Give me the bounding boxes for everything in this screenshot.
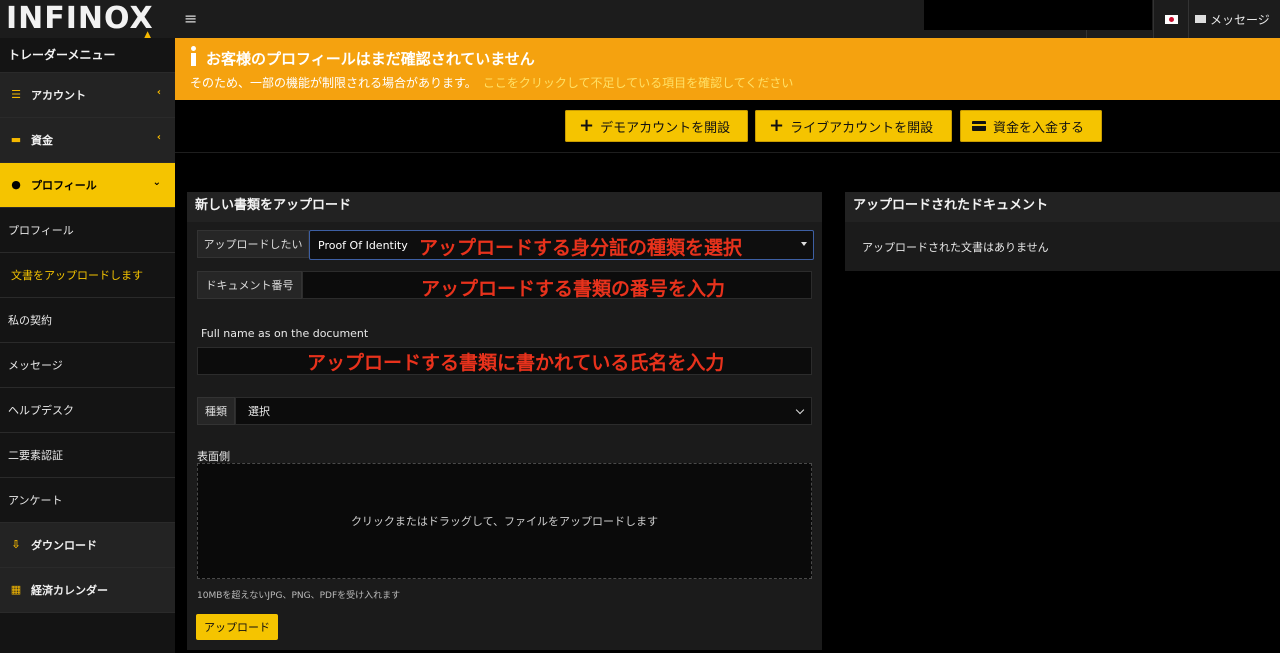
chevron-down-icon [795,405,805,415]
upload-button[interactable]: アップロード [196,614,278,640]
sidebar-subitem-helpdesk[interactable]: ヘルプデスク [0,388,175,433]
sidebar-item-label: アカウント [31,89,86,102]
sidebar-subitem-contracts[interactable]: 私の契約 [0,298,175,343]
language-selector[interactable] [1153,0,1189,38]
sidebar-item-funds[interactable]: ▬ 資金 ‹ [0,118,175,163]
doc-number-label: ドキュメント番号 [197,271,302,299]
button-label: ライブアカウントを開設 [790,120,934,136]
sidebar-subitem-messages[interactable]: メッセージ [0,343,175,388]
kind-value: 選択 [248,405,270,418]
divider [175,152,1280,153]
file-dropzone[interactable]: クリックまたはドラッグして、ファイルをアップロードします [197,463,812,579]
sidebar-item-download[interactable]: ⇩ ダウンロード [0,523,175,568]
chevron-down-icon: ⌄ [152,177,161,188]
upload-type-label: アップロードしたい [197,230,309,258]
caret-down-icon [801,242,807,246]
sidebar-title: トレーダーメニュー [0,38,175,73]
doc-number-input[interactable] [302,271,812,299]
messages-button[interactable]: メッセージ [1195,0,1270,38]
open-demo-account-button[interactable]: + デモアカウントを開設 [565,110,748,142]
messages-label: メッセージ [1210,12,1270,27]
deposit-funds-button[interactable]: 資金を入金する [960,110,1102,142]
full-name-label: Full name as on the document [201,327,369,340]
hamburger-menu-icon[interactable]: ≡ [184,9,198,29]
sidebar-item-label: 資金 [31,134,53,147]
sidebar-item-label: 経済カレンダー [31,584,108,597]
button-label: 資金を入金する [993,120,1085,136]
open-live-account-button[interactable]: + ライブアカウントを開設 [755,110,952,142]
sidebar-item-profile[interactable]: ● プロフィール ⌄ [0,163,175,208]
japan-flag-icon [1164,14,1178,24]
download-icon: ⇩ [11,538,21,551]
kind-label: 種類 [197,397,235,425]
notice-body-text: そのため、一部の機能が制限される場合があります。 [190,76,477,90]
sidebar-subitem-profile[interactable]: プロフィール [0,208,175,253]
uploaded-panel-title: アップロードされたドキュメント [845,192,1280,222]
divider [1086,30,1087,38]
uploaded-documents-panel: アップロードされたドキュメント アップロードされた文書はありません [845,192,1280,271]
notice-title: お客様のプロフィールはまだ確認されていません [206,50,535,68]
wallet-icon: ▬ [10,133,22,146]
list-icon: ☰ [11,88,21,101]
dropzone-text: クリックまたはドラッグして、ファイルをアップロードします [350,515,659,528]
notice-link[interactable]: ここをクリックして不足している項目を確認してください [483,76,794,90]
info-icon [188,46,198,68]
user-icon: ● [11,178,21,191]
sidebar-item-calendar[interactable]: ▦ 経済カレンダー [0,568,175,613]
full-name-input[interactable] [197,347,812,375]
sidebar: トレーダーメニュー ☰ アカウント ‹ ▬ 資金 ‹ ● プロフィール ⌄ プロ… [0,38,175,653]
credit-card-icon [972,121,986,131]
sidebar-subitem-2fa[interactable]: 二要素認証 [0,433,175,478]
sidebar-item-label: ダウンロード [31,539,97,552]
file-hint: 10MBを超えないJPG、PNG、PDFを受け入れます [197,591,401,601]
upload-type-value: Proof Of Identity [318,238,408,252]
sidebar-subitem-upload-documents[interactable]: 文書をアップロードします [0,253,175,298]
button-label: デモアカウントを開設 [600,120,731,136]
kind-select[interactable]: 選択 [235,397,812,425]
top-bar: INFINOX ▲ ≡ メッセージ [0,0,1280,43]
verification-notice: お客様のプロフィールはまだ確認されていません そのため、一部の機能が制限される場… [175,38,1280,100]
upload-panel-title: 新しい書類をアップロード [187,192,822,222]
chevron-left-icon: ‹ [156,87,161,98]
chevron-left-icon: ‹ [156,132,161,143]
calendar-icon: ▦ [10,583,22,596]
plus-icon: + [579,115,595,136]
front-side-label: 表面側 [197,450,230,463]
plus-icon: + [769,115,785,136]
notice-body: そのため、一部の機能が制限される場合があります。 ここをクリックして不足している項… [190,74,793,91]
sidebar-item-label: プロフィール [31,179,97,192]
no-documents-text: アップロードされた文書はありません [862,241,1049,254]
upload-type-select[interactable]: Proof Of Identity [309,230,814,260]
sidebar-item-account[interactable]: ☰ アカウント ‹ [0,73,175,118]
redacted-area [924,0,1152,30]
infinox-logo[interactable]: INFINOX ▲ [6,2,154,43]
sidebar-subitem-survey[interactable]: アンケート [0,478,175,523]
envelope-icon [1195,15,1206,23]
